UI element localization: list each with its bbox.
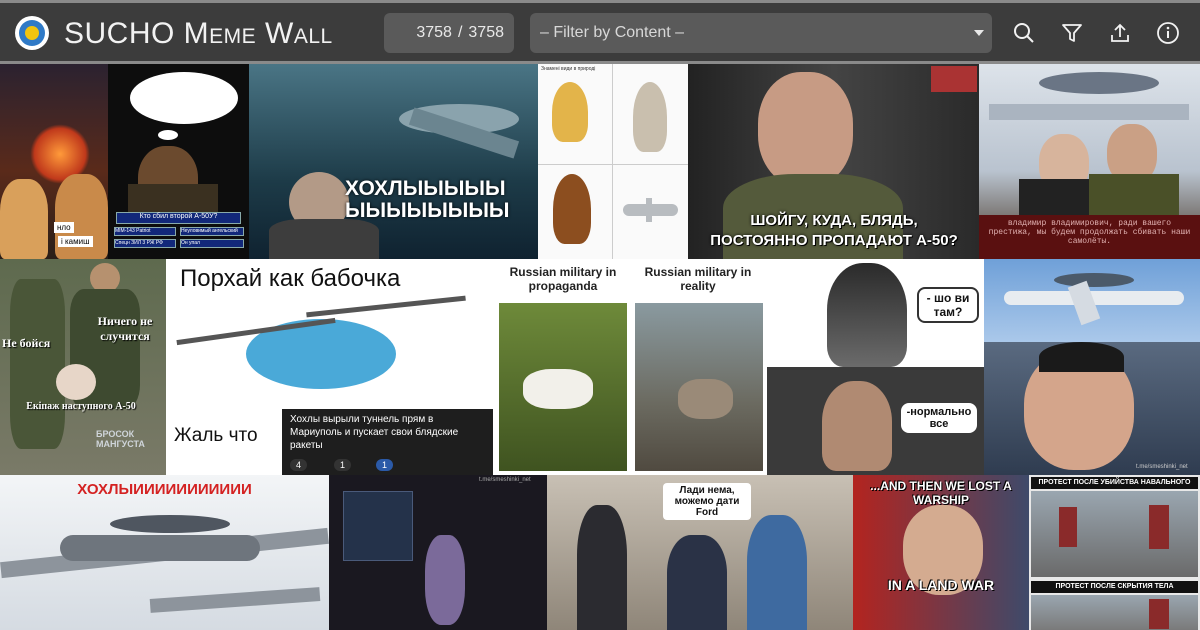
meme-caption: ЫЫЫЫЫЫЫЫ xyxy=(345,199,510,222)
reaction-count: 4 xyxy=(290,459,308,471)
quiz-option: Он упал xyxy=(180,239,244,248)
meme-tile[interactable]: - шо ви там? xyxy=(767,259,984,367)
reaction-count: 1 xyxy=(334,459,352,471)
meme-tile[interactable]: ХОХЛЫЫЫЫЫ ЫЫЫЫЫЫЫЫ xyxy=(249,64,538,259)
meme-tile[interactable]: Не бойся Ничего не случится Екіпаж насту… xyxy=(0,259,166,475)
logo-emblem-icon xyxy=(19,20,45,46)
meme-tile[interactable]: владимир владимирович, ради вашего прест… xyxy=(979,64,1200,259)
meme-tile[interactable]: t.me/smeshinki_net xyxy=(329,475,547,630)
quiz-option: Неуловимый ангельский огонь xyxy=(180,227,244,236)
meme-caption: нло xyxy=(54,222,74,233)
meme-caption: i камиш xyxy=(58,236,93,247)
meme-caption: IN A LAND WAR xyxy=(887,577,995,593)
meme-tile[interactable] xyxy=(984,259,1200,342)
meme-tile[interactable]: Russian military in propaganda Russian m… xyxy=(493,259,767,475)
meme-caption: Порхай как бабочка xyxy=(180,265,401,292)
meme-tile[interactable]: ПРОТЕСТ ПОСЛЕ УБИЙСТВА НАВАЛЬНОГО ПРОТЕС… xyxy=(1029,475,1200,630)
upload-icon[interactable] xyxy=(1106,19,1134,47)
info-icon[interactable] xyxy=(1154,19,1182,47)
watermark: t.me/smeshinki_net xyxy=(479,477,531,483)
meme-caption: Не бойся xyxy=(2,336,51,350)
comment-text: Хохлы вырыли туннель прям в Мариуполь и … xyxy=(290,414,459,451)
filter-icon[interactable] xyxy=(1058,19,1086,47)
meme-caption: ПОСТОЯННО ПРОПАДАЮТ А-50? xyxy=(710,232,958,249)
reaction-count: 1 xyxy=(376,459,394,471)
meme-tile[interactable]: нло i камиш xyxy=(0,64,108,259)
sucho-logo[interactable] xyxy=(15,16,49,50)
count-shown: 3758 xyxy=(416,24,452,41)
speech-bubble: - шо ви там? xyxy=(917,287,979,323)
search-icon[interactable] xyxy=(1010,19,1038,47)
meme-caption: Екіпаж наступного А-50 xyxy=(26,401,136,412)
count-total: 3758 xyxy=(468,24,504,41)
meme-tile[interactable]: t.me/smeshinki_net xyxy=(984,342,1200,475)
meme-counter[interactable]: 3758 / 3758 xyxy=(384,13,514,53)
quiz-question: Кто сбил второй А-50У? xyxy=(116,212,241,224)
meme-caption: Знамені види в природі xyxy=(541,66,596,72)
meme-tile[interactable]: ШОЙГУ, КУДА, БЛЯДЬ, ПОСТОЯННО ПРОПАДАЮТ … xyxy=(688,64,979,259)
brand-watermark: БРОСОК МАНГУСТА xyxy=(96,429,145,449)
meme-tile[interactable]: Кто сбил второй А-50У? MIM-143 Patriot Н… xyxy=(108,64,249,259)
meme-tile[interactable]: Порхай как бабочка Жаль что Хохлы вырыли… xyxy=(166,259,493,475)
chevron-down-icon xyxy=(974,30,984,36)
meme-tile[interactable]: -нормально все xyxy=(767,367,984,475)
meme-caption: Ничего не случится xyxy=(97,314,153,343)
meme-caption: ...AND THEN WE LOST A WARSHIP xyxy=(870,479,1012,507)
content-filter-select[interactable]: – Filter by Content – xyxy=(530,13,992,53)
count-separator: / xyxy=(457,24,463,41)
meme-caption: Russian military in propaganda xyxy=(509,265,617,293)
meme-caption: владимир владимирович, ради вашего прест… xyxy=(979,215,1200,259)
meme-caption: ШОЙГУ, КУДА, БЛЯДЬ, xyxy=(750,212,918,229)
meme-tile[interactable]: Лади нема, можемо дати Ford xyxy=(547,475,853,630)
meme-caption: ХОХЛЫИИИИИИИИИИИ xyxy=(77,481,252,498)
meme-tile[interactable]: ХОХЛЫИИИИИИИИИИИ xyxy=(0,475,329,630)
meme-caption: ХОХЛЫЫЫЫЫ xyxy=(345,177,506,200)
app-title: SUCHO Meme Wall xyxy=(64,17,333,50)
meme-caption: ПРОТЕСТ ПОСЛЕ СКРЫТИЯ ТЕЛА НАВАЛЬНОГО xyxy=(1031,581,1198,602)
top-bar: SUCHO Meme Wall 3758 / 3758 – Filter by … xyxy=(0,0,1200,64)
quiz-option: Спецн ЗИЛ 3 РЖ РФ xyxy=(114,239,176,248)
meme-caption: Лади нема, можемо дати Ford xyxy=(663,483,751,520)
meme-caption: Жаль что xyxy=(174,425,258,446)
meme-tile[interactable]: Знамені види в природі xyxy=(538,64,688,259)
speech-bubble: -нормально все xyxy=(901,403,977,433)
meme-caption: Russian military in reality xyxy=(644,265,752,293)
quiz-option: MIM-143 Patriot xyxy=(114,227,176,236)
filter-placeholder: – Filter by Content – xyxy=(540,24,685,41)
meme-tile[interactable]: ...AND THEN WE LOST A WARSHIP IN A LAND … xyxy=(853,475,1029,630)
meme-caption: ПРОТЕСТ ПОСЛЕ УБИЙСТВА НАВАЛЬНОГО xyxy=(1031,477,1198,489)
watermark: t.me/smeshinki_net xyxy=(1136,464,1188,470)
